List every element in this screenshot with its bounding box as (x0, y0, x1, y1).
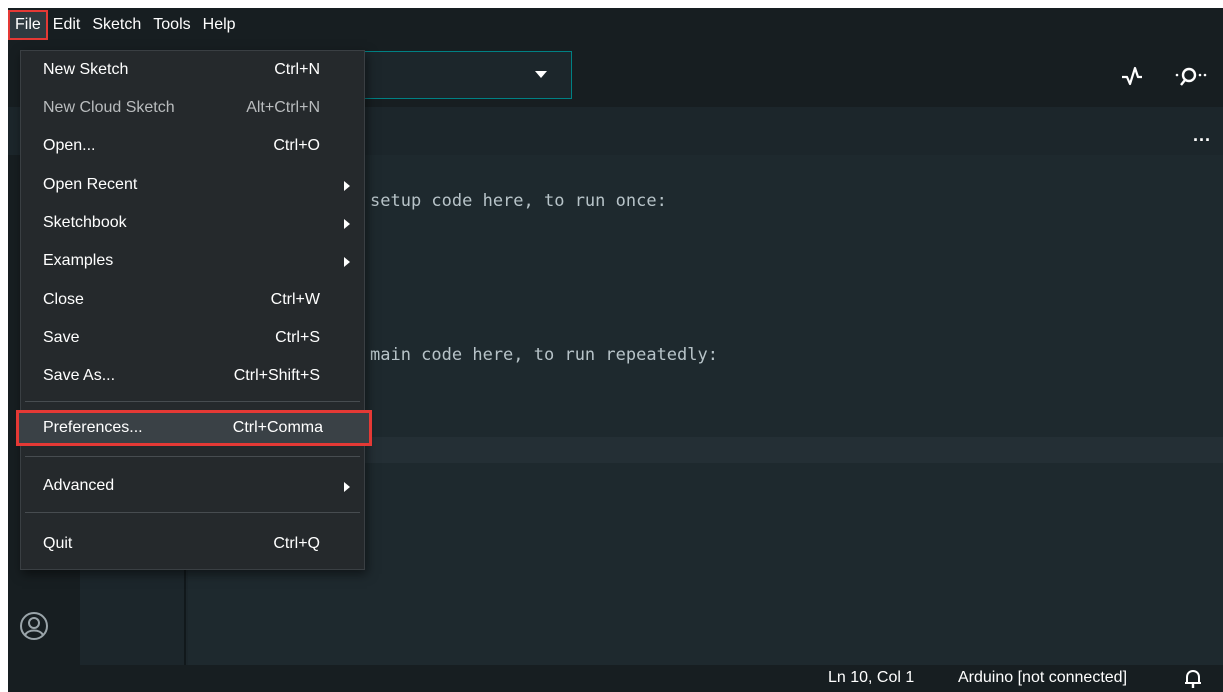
menu-item-open-recent[interactable]: Open Recent (21, 168, 364, 202)
menu-item-shortcut: Ctrl+W (270, 291, 320, 308)
menu-tools[interactable]: Tools (148, 12, 195, 38)
menu-bar: File Edit Sketch Tools Help (8, 8, 1223, 42)
menu-item-label: Advanced (43, 477, 115, 494)
code-line: main code here, to run repeatedly: (370, 345, 718, 365)
submenu-arrow-icon (344, 482, 350, 492)
code-line: setup code here, to run once: (370, 191, 667, 211)
menu-item-advanced[interactable]: Advanced (21, 469, 364, 503)
menu-item-label: New Cloud Sketch (43, 99, 175, 116)
menu-item-label: Examples (43, 252, 114, 269)
menu-item-save[interactable]: Save Ctrl+S (21, 321, 364, 355)
menu-item-shortcut: Ctrl+S (275, 329, 320, 346)
menu-item-label: Open Recent (43, 176, 138, 193)
menu-item-open[interactable]: Open... Ctrl+O (21, 129, 364, 163)
menu-item-label: New Sketch (43, 61, 129, 78)
menu-separator (25, 456, 360, 457)
menu-item-sketchbook[interactable]: Sketchbook (21, 206, 364, 240)
menu-edit[interactable]: Edit (48, 12, 86, 38)
arduino-ide-window: File Edit Sketch Tools Help ... setup co… (8, 8, 1223, 692)
menu-file[interactable]: File (8, 10, 48, 40)
menu-sketch[interactable]: Sketch (87, 12, 146, 38)
menu-item-save-as[interactable]: Save As... Ctrl+Shift+S (21, 359, 364, 393)
menu-separator (25, 512, 360, 513)
menu-item-label: Preferences... (43, 419, 143, 436)
menu-item-preferences[interactable]: Preferences... Ctrl+Comma (16, 410, 372, 446)
board-status[interactable]: Arduino [not connected] (958, 669, 1127, 687)
menu-item-label: Open... (43, 137, 96, 154)
menu-item-shortcut: Alt+Ctrl+N (246, 99, 320, 116)
menu-item-shortcut: Ctrl+N (274, 61, 320, 78)
menu-item-shortcut: Ctrl+O (273, 137, 320, 154)
menu-item-new-sketch[interactable]: New Sketch Ctrl+N (21, 53, 364, 87)
serial-monitor-icon[interactable] (1172, 64, 1208, 88)
cursor-position: Ln 10, Col 1 (828, 669, 915, 686)
bell-icon[interactable] (1184, 669, 1202, 689)
submenu-arrow-icon (344, 257, 350, 267)
board-selector[interactable] (348, 51, 572, 99)
menu-item-label: Quit (43, 535, 73, 552)
menu-item-label: Close (43, 291, 84, 308)
menu-item-shortcut: Ctrl+Comma (232, 419, 323, 436)
menu-item-quit[interactable]: Quit Ctrl+Q (21, 527, 364, 561)
status-bar: Ln 10, Col 1 Arduino [not connected] (8, 665, 1223, 692)
menu-item-shortcut: Ctrl+Q (273, 535, 320, 552)
profile-icon[interactable] (18, 610, 50, 642)
menu-item-label: Sketchbook (43, 214, 127, 231)
file-menu-dropdown: New Sketch Ctrl+N New Cloud Sketch Alt+C… (16, 50, 372, 570)
caret-down-icon (535, 71, 547, 78)
submenu-arrow-icon (344, 181, 350, 191)
menu-item-examples[interactable]: Examples (21, 244, 364, 278)
menu-item-shortcut: Ctrl+Shift+S (233, 367, 320, 384)
menu-item-new-cloud-sketch[interactable]: New Cloud Sketch Alt+Ctrl+N (21, 91, 364, 125)
more-actions-button[interactable]: ... (1193, 125, 1211, 146)
menu-item-label: Save As... (43, 367, 116, 384)
submenu-arrow-icon (344, 219, 350, 229)
menu-help[interactable]: Help (198, 12, 241, 38)
menu-item-label: Save (43, 329, 80, 346)
menu-item-close[interactable]: Close Ctrl+W (21, 283, 364, 317)
serial-plotter-icon[interactable] (1120, 64, 1144, 88)
menu-separator (25, 401, 360, 402)
